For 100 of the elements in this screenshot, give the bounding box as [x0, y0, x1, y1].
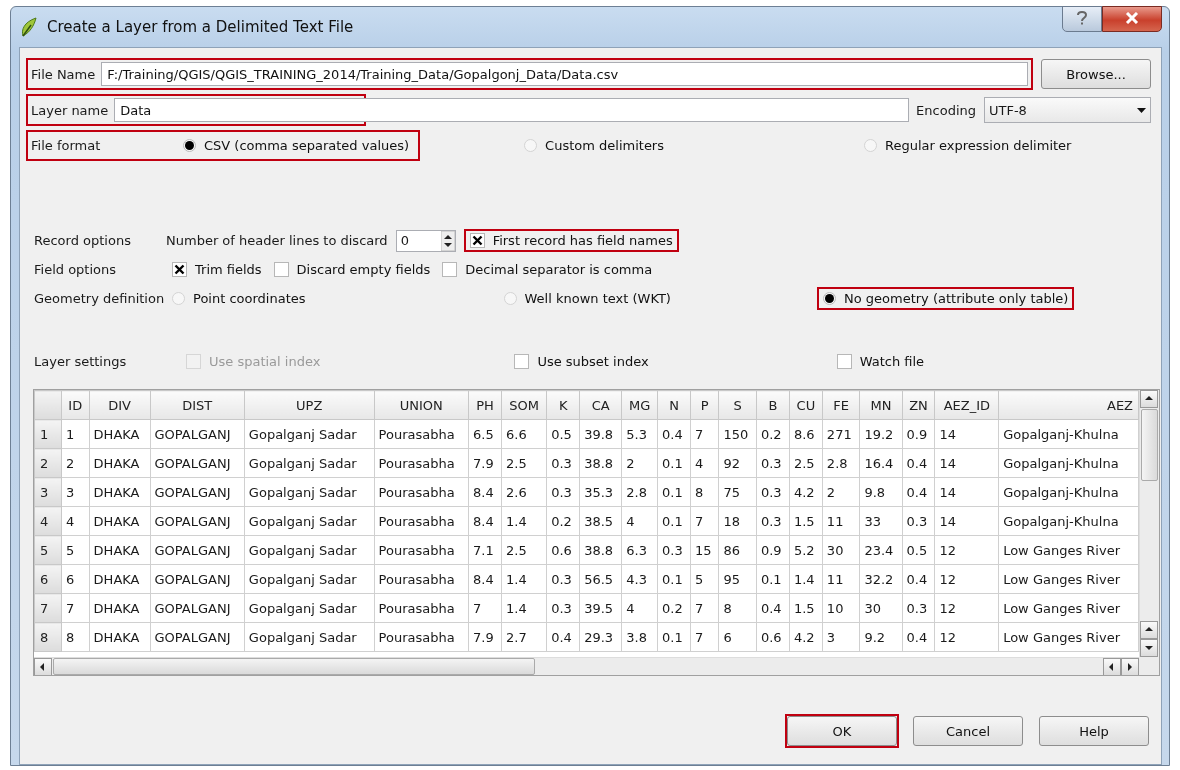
table-cell: 7 [690, 622, 719, 652]
column-header[interactable]: FE [822, 390, 860, 420]
table-cell: 271 [822, 419, 860, 449]
row-header[interactable]: 6 [34, 564, 62, 594]
table-cell: 6 [61, 564, 90, 594]
scroll-right-button[interactable] [1121, 657, 1139, 675]
table-cell: 95 [718, 564, 757, 594]
checkbox[interactable]: Trim fields [166, 258, 268, 281]
table-cell: DHAKA [89, 477, 150, 507]
header-lines-spinbox[interactable]: 0 [395, 229, 456, 252]
table-cell: 0.1 [657, 448, 691, 478]
table-cell: 0.3 [546, 593, 580, 623]
table-cell: GOPALGANJ [150, 506, 245, 536]
column-header[interactable]: PH [468, 390, 502, 420]
scroll-left-button[interactable] [1103, 657, 1121, 675]
vertical-scrollbar[interactable] [1139, 390, 1159, 657]
column-header[interactable]: UNION [374, 390, 469, 420]
scroll-thumb[interactable] [1141, 409, 1158, 481]
scroll-down-button[interactable] [1140, 639, 1158, 657]
radio-button[interactable]: CSV (comma separated values) [177, 134, 416, 157]
radio-button[interactable]: Well known text (WKT) [497, 287, 677, 310]
table-cell: 0.5 [902, 535, 935, 565]
row-header[interactable]: 8 [34, 622, 62, 652]
radio-button[interactable]: Point coordinates [166, 287, 312, 310]
checkbox[interactable]: Watch file [830, 350, 931, 373]
column-header[interactable]: CU [789, 390, 823, 420]
radio-button[interactable]: No geometry (attribute only table) [816, 287, 1075, 310]
table-cell: 0.4 [902, 564, 935, 594]
column-header[interactable]: P [690, 390, 719, 420]
column-header[interactable]: CA [579, 390, 622, 420]
checkbox[interactable]: Decimal separator is comma [436, 258, 659, 281]
row-header[interactable]: 4 [34, 506, 62, 536]
close-button[interactable] [1102, 6, 1162, 32]
table-cell: 6.5 [468, 419, 502, 449]
column-header[interactable]: SOM [501, 390, 547, 420]
column-header[interactable]: N [657, 390, 691, 420]
table-cell: 23.4 [859, 535, 903, 565]
table-cell: 0.3 [657, 535, 691, 565]
dialog-button[interactable]: Help [1039, 716, 1149, 746]
table-cell: 1.4 [501, 593, 547, 623]
table-cell: 4 [621, 506, 658, 536]
table-cell: 11 [822, 564, 860, 594]
table-cell: 39.8 [579, 419, 622, 449]
table-cell: 7.9 [468, 622, 502, 652]
table-cell: GOPALGANJ [150, 448, 245, 478]
column-header[interactable]: DIV [89, 390, 150, 420]
table-cell: 7.1 [468, 535, 502, 565]
dialog-button[interactable]: OK [787, 716, 897, 746]
column-header[interactable]: K [546, 390, 580, 420]
table-cell: 3.8 [621, 622, 658, 652]
table-cell: 35.3 [579, 477, 622, 507]
radio-button[interactable]: Custom delimiters [518, 134, 670, 157]
column-header[interactable]: UPZ [244, 390, 375, 420]
table-cell: 12 [935, 622, 999, 652]
table-cell: Gopalganj Sadar [244, 564, 375, 594]
column-header[interactable]: ZN [902, 390, 935, 420]
column-header[interactable]: DIST [150, 390, 245, 420]
table-cell: 12 [935, 535, 999, 565]
row-header[interactable]: 5 [34, 535, 62, 565]
table-cell: Gopalganj-Khulna [998, 419, 1139, 449]
browse-button[interactable]: Browse... [1041, 59, 1151, 89]
table-cell: 2 [621, 448, 658, 478]
table-cell: 18 [718, 506, 757, 536]
table-cell: Gopalganj Sadar [244, 419, 375, 449]
radio-button[interactable]: Regular expression delimiter [858, 134, 1078, 157]
table-cell: 14 [935, 419, 999, 449]
table-cell: 0.3 [756, 477, 790, 507]
column-header[interactable]: S [718, 390, 757, 420]
checkbox[interactable]: Discard empty fields [267, 258, 437, 281]
row-header[interactable]: 7 [34, 593, 62, 623]
column-header[interactable]: MN [859, 390, 903, 420]
help-button[interactable] [1062, 6, 1102, 32]
row-header[interactable]: 1 [34, 419, 62, 449]
row-header[interactable]: 3 [34, 477, 62, 507]
file-path-field[interactable]: F:/Training/QGIS/QGIS_TRAINING_2014/Training_Data/Gopalgonj_Data/Data.csv [101, 62, 1028, 86]
table-cell: 0.3 [546, 448, 580, 478]
checkbox[interactable]: First record has field names [463, 229, 679, 252]
encoding-dropdown[interactable]: UTF-8 [984, 97, 1151, 123]
section-label: Field options [33, 262, 118, 277]
column-header[interactable]: B [756, 390, 790, 420]
scroll-left-button[interactable] [34, 657, 52, 675]
table-cell: 0.4 [756, 593, 790, 623]
scroll-up-button[interactable] [1140, 390, 1158, 408]
horizontal-scrollbar[interactable] [34, 657, 1139, 675]
dialog-button[interactable]: Cancel [913, 716, 1023, 746]
table-cell: 0.4 [546, 622, 580, 652]
checkbox[interactable]: Use subset index [508, 350, 655, 373]
column-header[interactable]: AEZ [998, 390, 1139, 420]
spin-arrows-icon[interactable] [440, 230, 455, 251]
field-label: File Name [31, 66, 96, 82]
row-header[interactable]: 2 [34, 448, 62, 478]
column-header[interactable]: AEZ_ID [935, 390, 999, 420]
layer-name-field[interactable]: Data [114, 98, 910, 122]
table-cell: 8 [690, 477, 719, 507]
scroll-thumb[interactable] [53, 658, 535, 675]
column-header[interactable]: ID [61, 390, 90, 420]
caret-icon [1137, 107, 1146, 113]
table-cell: GOPALGANJ [150, 622, 245, 652]
scroll-up-button[interactable] [1140, 621, 1158, 639]
column-header[interactable]: MG [621, 390, 658, 420]
